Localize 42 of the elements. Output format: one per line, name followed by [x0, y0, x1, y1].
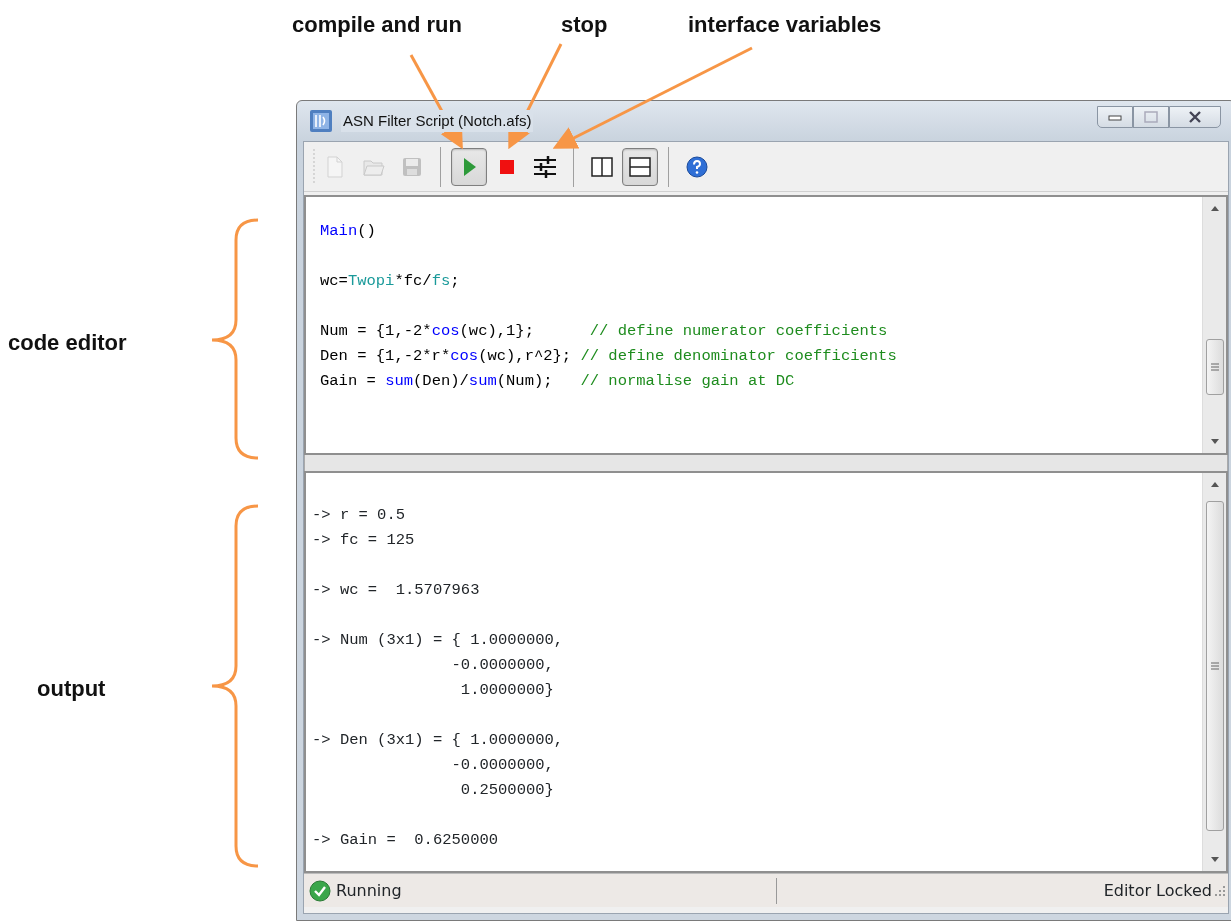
output-line: -0.0000000, [450, 655, 555, 676]
maximize-icon [1144, 111, 1158, 123]
grip-icon [1209, 662, 1220, 670]
status-text: Editor Locked [1103, 879, 1212, 902]
close-button[interactable] [1169, 106, 1221, 128]
output-line: -> Gain = 0.6250000 [312, 830, 500, 851]
output-line: 0.2500000} [459, 780, 555, 801]
callout-label: stop [561, 11, 608, 39]
close-icon [1187, 111, 1203, 123]
minimize-icon [1108, 113, 1122, 121]
code-line: Gain = sum(Den)/sum(Num); // normalise gain at DC [320, 371, 796, 392]
callout-label: interface variables [688, 11, 882, 39]
minimize-button[interactable] [1097, 106, 1133, 128]
output-line: 1.0000000} [459, 680, 555, 701]
scrollbar[interactable] [1202, 197, 1226, 453]
split-horizontal-icon [628, 154, 652, 179]
window-title: ASN Filter Script (Notch.afs) [341, 109, 534, 133]
output-line: -> Den (3x1) = { 1.0000000, [312, 730, 565, 751]
callout-label: compile and run [292, 11, 462, 39]
help-icon [685, 154, 709, 179]
split-horizontal-button[interactable] [622, 147, 658, 186]
grip-icon [1209, 363, 1220, 371]
output-line: -> Num (3x1) = { 1.0000000, [312, 630, 565, 651]
output-line: -> fc = 125 [312, 530, 416, 551]
app-icon [309, 109, 333, 133]
maximize-button[interactable] [1133, 106, 1169, 128]
scrollbar[interactable] [1202, 473, 1226, 871]
output-line: -> wc = 1.5707963 [312, 580, 481, 601]
code-line: wc=Twopi*fc/fs; [320, 271, 461, 292]
callout-label: output [37, 675, 106, 703]
sliders-icon [533, 154, 557, 179]
scroll-thumb[interactable] [1205, 339, 1224, 395]
code-line: Main() [320, 221, 377, 242]
status-text: Running [336, 879, 403, 902]
output-line: -> r = 0.5 [312, 505, 406, 526]
play-button[interactable] [451, 147, 487, 186]
callout-label: code editor [8, 329, 127, 357]
code-line: Num = {1,-2*cos(wc),1}; // define numerator coefficients [320, 321, 889, 342]
code-line: Den = {1,-2*r*cos(wc),r^2}; // define denominator coefficients [320, 346, 898, 367]
output-line: -0.0000000, [450, 755, 555, 776]
scroll-thumb[interactable] [1205, 501, 1224, 831]
split-vertical-icon [590, 154, 614, 179]
